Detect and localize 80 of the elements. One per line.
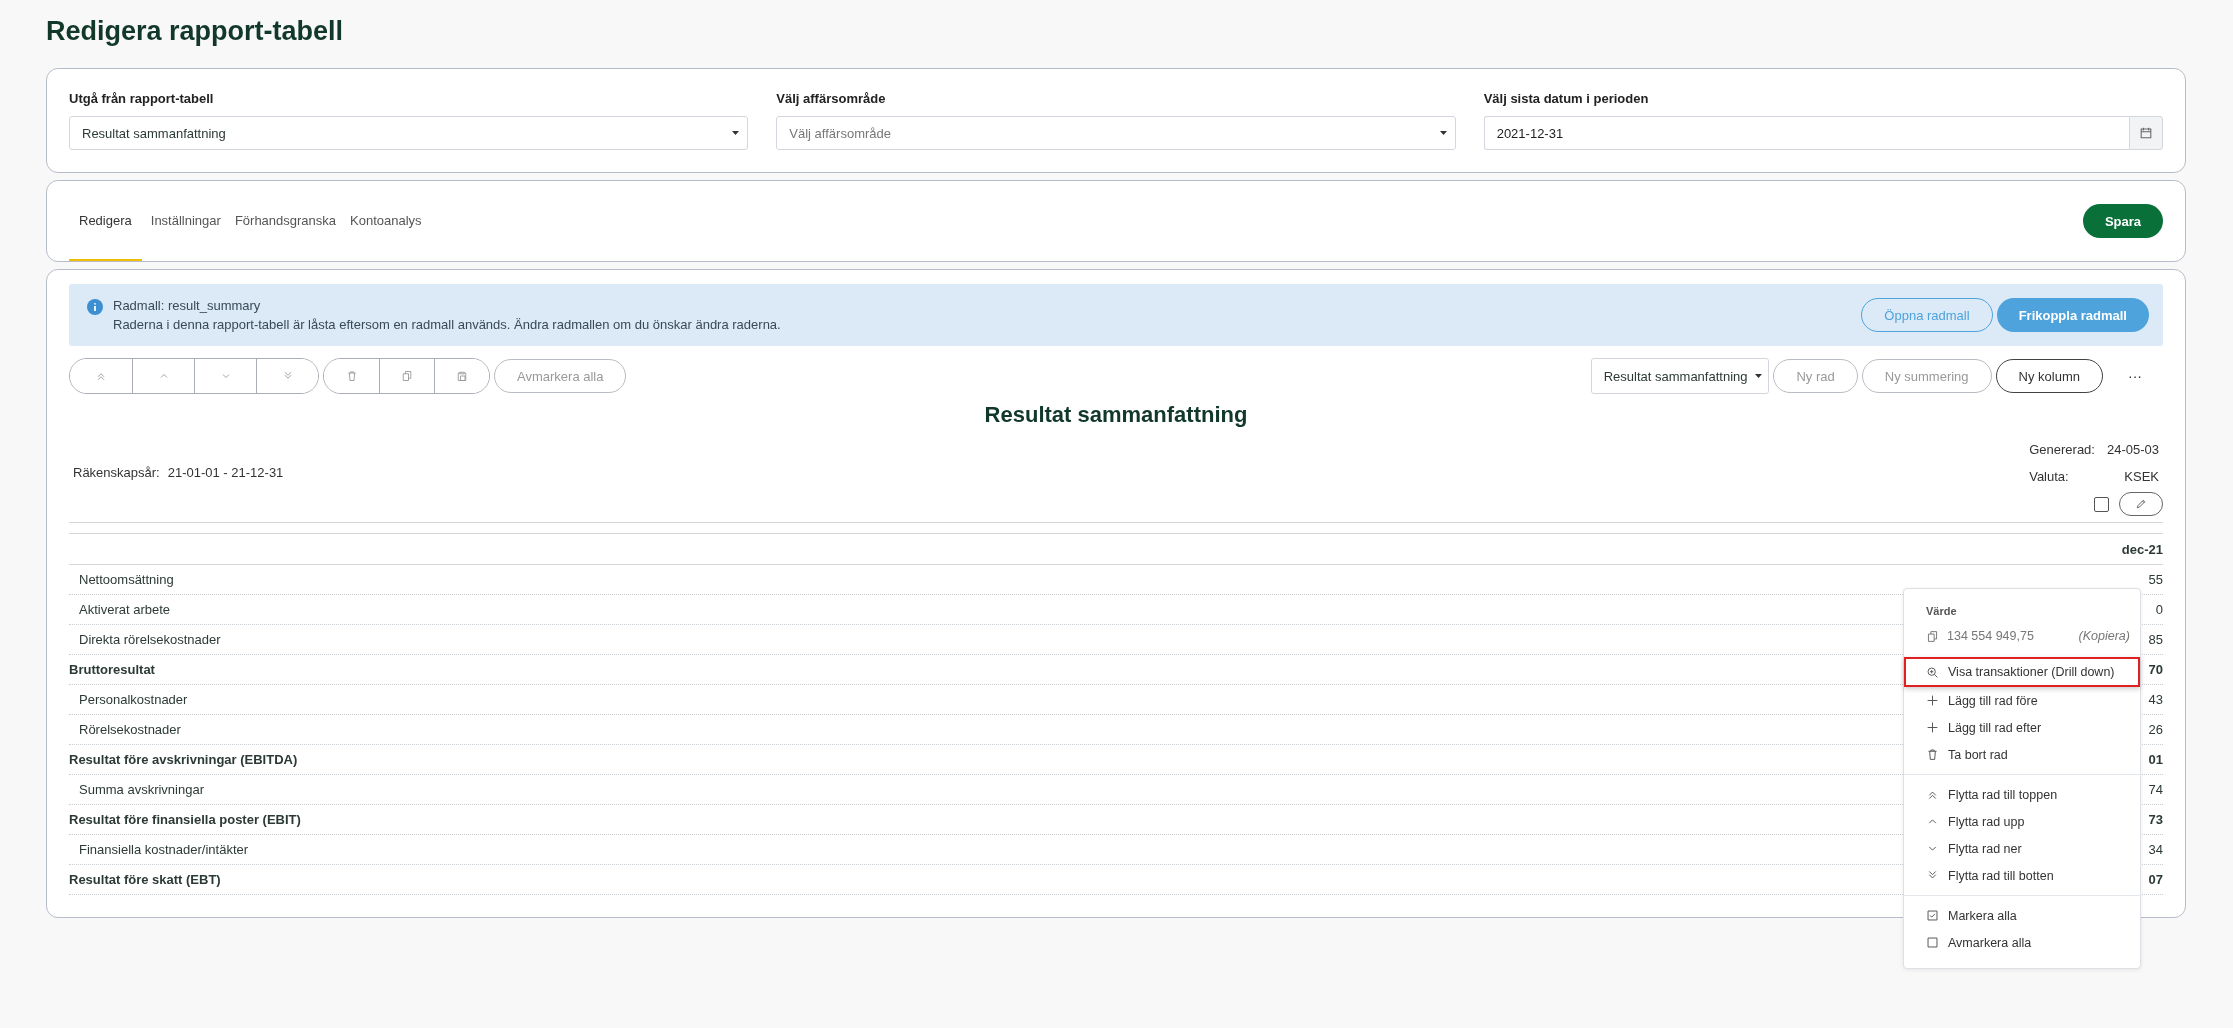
double-chevron-up-icon: [95, 370, 107, 382]
copy-link[interactable]: (Kopiera): [2078, 629, 2130, 643]
menu-item[interactable]: Flytta rad till toppen: [1904, 781, 2140, 808]
template-dropdown[interactable]: Resultat sammanfattning: [1590, 358, 1770, 394]
field-label: Välj sista datum i perioden: [1483, 91, 1650, 106]
action-button[interactable]: Ny kolumn: [1995, 359, 2103, 393]
tab[interactable]: Kontoanalys: [345, 181, 427, 261]
trash-icon: [1926, 748, 1939, 761]
field-label: Utgå från rapport-tabell: [69, 91, 215, 106]
calendar-icon: [2139, 126, 2153, 140]
meta-value: KSEK: [2123, 469, 2159, 484]
menu-item[interactable]: Avmarkera alla: [1904, 929, 2140, 956]
save-button[interactable]: Spara: [2083, 204, 2163, 238]
menu-item[interactable]: Lägg till rad före: [1904, 687, 2140, 714]
trash-icon: [345, 370, 358, 382]
row-label: Personalkostnader: [78, 692, 188, 707]
checkbox-icon: [1926, 936, 1939, 949]
checked-box-icon: [1926, 909, 1939, 922]
dropdown[interactable]: Resultat sammanfattning: [69, 116, 749, 150]
copy-icon: [401, 370, 413, 382]
meta-label: Genererad:: [2029, 442, 2095, 457]
banner-title: Radmall: result_summary: [113, 298, 262, 313]
table-cell: 34: [2148, 842, 2163, 857]
table-cell: 85: [2148, 632, 2163, 647]
row-label: Summa avskrivningar: [78, 782, 204, 797]
tab[interactable]: Redigera: [69, 181, 142, 261]
row-label: Aktiverat arbete: [78, 602, 171, 617]
table-cell: 73: [2148, 812, 2163, 827]
menu-heading: Värde: [1925, 604, 1958, 619]
info-icon: [87, 299, 103, 315]
table-cell: 07: [2148, 872, 2163, 887]
row-label: Resultat före skatt (EBT): [69, 872, 221, 887]
banner-message: Raderna i denna rapport-tabell är låsta eftersom en radmall används. Ändra radmallen om du önskar ändra raderna.: [113, 317, 782, 332]
table-cell: 26: [2148, 722, 2163, 737]
menu-item[interactable]: Flytta rad till botten: [1904, 862, 2140, 889]
dropdown[interactable]: Välj affärsområde: [776, 116, 1456, 150]
caret-icon: [1755, 374, 1763, 378]
checkbox[interactable]: [2094, 496, 2109, 512]
row-label: Finansiella kostnader/intäkter: [78, 842, 249, 857]
caret-icon: [732, 131, 740, 135]
plus-icon: [1926, 694, 1939, 707]
page-title: Redigera rapport-tabell: [46, 15, 345, 48]
table-cell: 43: [2148, 692, 2163, 707]
tab[interactable]: Förhandsgranska: [229, 181, 342, 261]
row-label: Resultat före avskrivningar (EBITDA): [69, 752, 298, 767]
meta-value: 24-05-03: [2106, 442, 2159, 457]
table-cell: 0: [2155, 602, 2163, 617]
menu-item[interactable]: Flytta rad ner: [1904, 835, 2140, 862]
report-title: Resultat sammanfattning: [983, 402, 1249, 428]
menu-item[interactable]: Markera alla: [1904, 902, 2140, 929]
zoom-in-icon: [1926, 665, 1939, 679]
date-field[interactable]: 2021-12-31: [1483, 116, 2129, 150]
table-cell: 74: [2148, 782, 2163, 797]
paste-icon: [456, 370, 468, 382]
edit-button[interactable]: [2119, 492, 2163, 516]
table-cell: 55: [2148, 572, 2163, 587]
menu-item[interactable]: Visa transaktioner (Drill down): [1904, 657, 2140, 687]
menu-item[interactable]: Ta bort rad: [1904, 741, 2140, 768]
calendar-button[interactable]: [2129, 116, 2163, 150]
caret-icon: [1439, 131, 1447, 135]
meta-value: 21-01-01 - 21-12-31: [167, 465, 284, 480]
copy-icon: [1926, 629, 1939, 643]
meta-label: Räkenskapsår:: [73, 465, 160, 480]
pencil-icon: [2135, 498, 2147, 510]
column-header: dec-21: [2121, 541, 2163, 557]
table-cell: 01: [2148, 752, 2163, 767]
row-label: Resultat före finansiella poster (EBIT): [69, 812, 301, 827]
menu-item[interactable]: Lägg till rad efter: [1904, 714, 2140, 741]
meta-label: Valuta:: [2029, 469, 2070, 484]
tab[interactable]: Inställningar: [145, 181, 226, 261]
more-button[interactable]: ···: [2107, 367, 2163, 385]
menu-item[interactable]: Flytta rad upp: [1904, 808, 2140, 835]
field-label: Välj affärsområde: [776, 91, 887, 106]
row-label: Nettoomsättning: [78, 572, 174, 587]
row-label: Bruttoresultat: [69, 662, 155, 677]
row-label: Direkta rörelsekostnader: [78, 632, 221, 647]
table-cell: 70: [2148, 662, 2163, 677]
plus-icon: [1926, 721, 1939, 734]
cell-value: 134 554 949,75: [1947, 629, 2035, 643]
row-label: Rörelsekostnader: [78, 722, 181, 737]
